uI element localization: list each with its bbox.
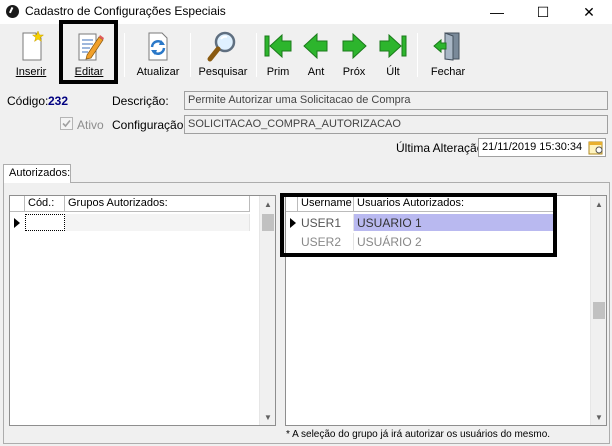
highlight-box-editar [59, 20, 118, 84]
scroll-thumb[interactable] [262, 214, 274, 231]
toolbar-separator [256, 33, 257, 77]
indicator-header [10, 196, 25, 212]
descricao-label: Descrição: [112, 94, 169, 108]
inserir-button[interactable]: Inserir [8, 25, 54, 83]
maximize-button[interactable]: ☐ [520, 0, 566, 24]
ant-button[interactable]: Ant [300, 25, 332, 83]
ult-button[interactable]: Últ [377, 25, 409, 83]
configuracao-field[interactable]: SOLICITACAO_COMPRA_AUTORIZACAO [184, 115, 608, 134]
next-record-icon [337, 29, 371, 63]
highlight-box-users [280, 193, 557, 257]
minimize-button[interactable]: — [474, 0, 520, 24]
scroll-up-arrow-icon[interactable]: ▲ [591, 196, 607, 212]
checkmark-icon [62, 119, 71, 128]
last-record-icon [376, 29, 410, 63]
pesquisar-button[interactable]: Pesquisar [197, 25, 249, 83]
codigo-label: Código: [7, 94, 49, 108]
first-record-icon [261, 29, 295, 63]
scroll-up-arrow-icon[interactable]: ▲ [260, 196, 276, 212]
atualizar-label: Atualizar [136, 66, 180, 78]
table-row[interactable] [10, 214, 250, 231]
prox-button[interactable]: Próx [338, 25, 370, 83]
ult-label: Últ [386, 66, 400, 78]
col-cod-header[interactable]: Cód.: [25, 196, 65, 212]
ativo-checkbox[interactable] [60, 117, 73, 130]
toolbar-separator [124, 33, 125, 77]
calendar-icon[interactable] [587, 139, 604, 156]
groups-grid-header: Cód.: Grupos Autorizados: [10, 196, 250, 212]
groups-vertical-scrollbar[interactable]: ▲ ▼ [259, 196, 275, 425]
exit-door-icon [431, 29, 465, 63]
scroll-thumb[interactable] [593, 302, 605, 319]
grupo-cell[interactable] [65, 214, 250, 231]
toolbar-separator [417, 33, 418, 77]
ultima-alteracao-label: Última Alteração: [396, 141, 487, 155]
col-grupos-header[interactable]: Grupos Autorizados: [65, 196, 250, 212]
groups-grid[interactable]: Cód.: Grupos Autorizados: ▲ ▼ [9, 195, 276, 426]
fechar-button[interactable]: Fechar [426, 25, 470, 83]
prox-label: Próx [342, 66, 366, 78]
descricao-field[interactable]: Permite Autorizar uma Solicitacao de Com… [184, 91, 608, 110]
ultima-alteracao-value: 21/11/2019 15:30:34 [482, 141, 583, 153]
cod-cell[interactable] [25, 214, 65, 231]
users-vertical-scrollbar[interactable]: ▲ ▼ [590, 196, 606, 425]
app-icon [6, 5, 19, 18]
atualizar-button[interactable]: Atualizar [133, 25, 183, 83]
footnote-text: * A seleção do grupo já irá autorizar os… [286, 429, 551, 440]
current-row-indicator-icon [10, 214, 24, 231]
prim-button[interactable]: Prim [262, 25, 294, 83]
close-button[interactable]: ✕ [566, 0, 612, 24]
scroll-down-arrow-icon[interactable]: ▼ [591, 409, 607, 425]
previous-record-icon [299, 29, 333, 63]
configuracao-label: Configuração: [112, 118, 187, 132]
fechar-label: Fechar [430, 66, 466, 78]
prim-label: Prim [266, 66, 290, 78]
toolbar-separator [190, 33, 191, 77]
pesquisar-label: Pesquisar [198, 66, 248, 78]
new-document-icon [14, 29, 48, 63]
tab-autorizados[interactable]: Autorizados: [3, 164, 71, 183]
search-icon [206, 29, 240, 63]
codigo-value: 232 [48, 94, 69, 108]
refresh-document-icon [141, 29, 175, 63]
window-title: Cadastro de Configurações Especiais [25, 4, 226, 18]
ativo-label: Ativo [77, 118, 104, 132]
ant-label: Ant [307, 66, 325, 78]
scroll-down-arrow-icon[interactable]: ▼ [260, 409, 276, 425]
inserir-label: Inserir [15, 66, 47, 78]
